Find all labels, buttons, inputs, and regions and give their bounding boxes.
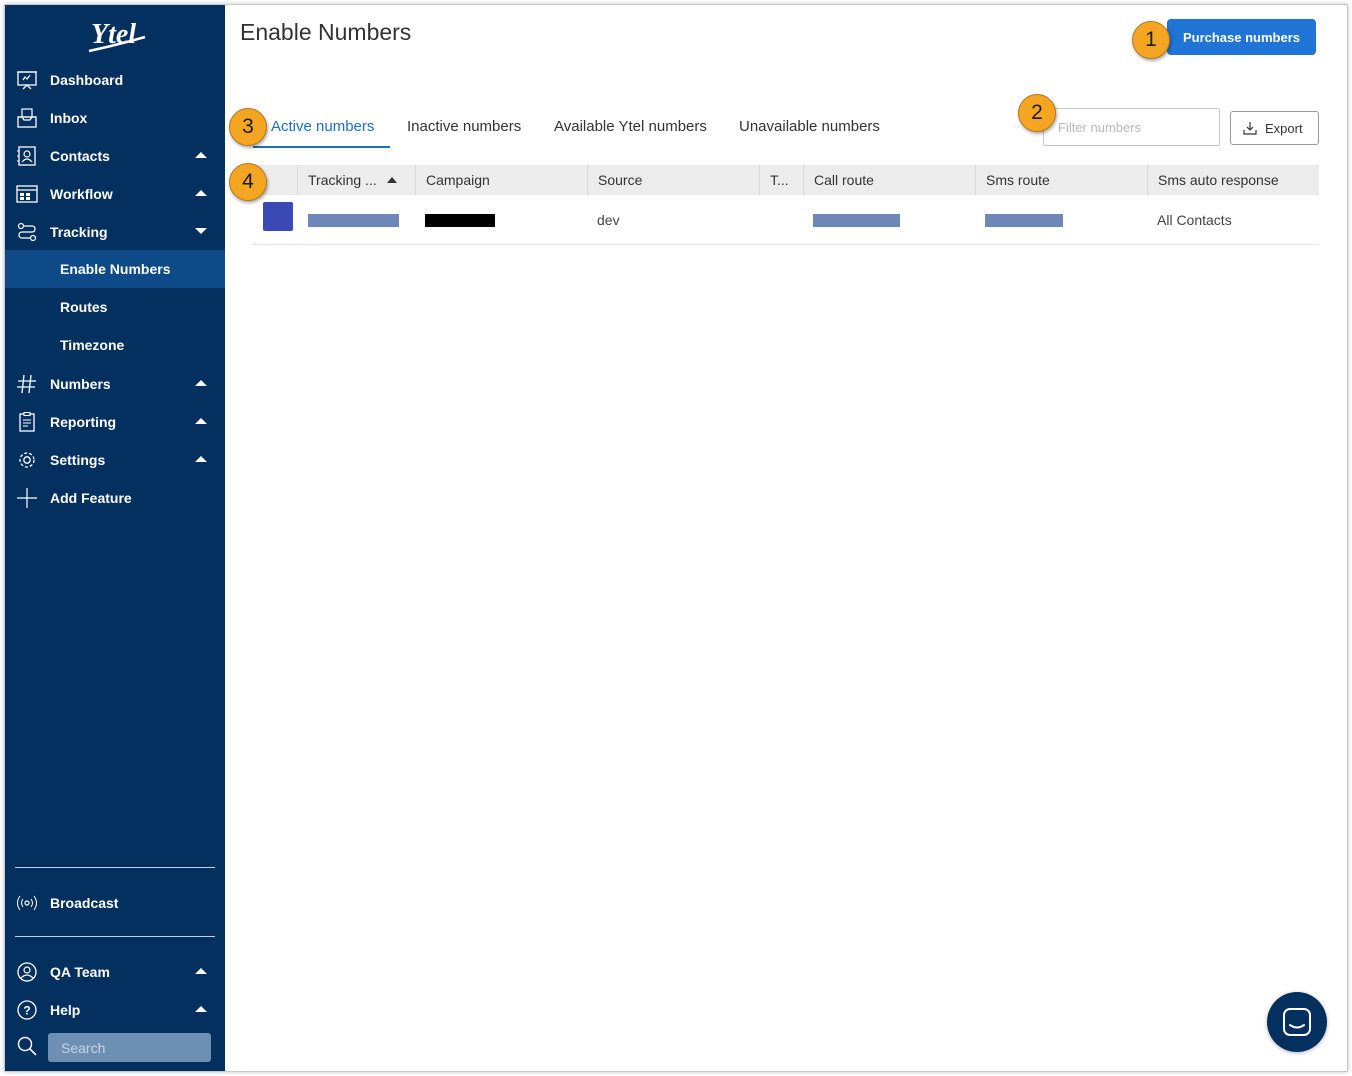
sidebar-subitem-label: Routes [60, 299, 108, 315]
callout-badge-2: 2 [1018, 94, 1056, 132]
page-title: Enable Numbers [240, 19, 412, 45]
chat-icon [1283, 1008, 1311, 1036]
sidebar-item-numbers[interactable]: Numbers [5, 365, 225, 403]
sidebar-item-label: Numbers [50, 376, 111, 392]
sidebar-item-label: Add Feature [50, 490, 132, 506]
sidebar-divider [15, 867, 215, 868]
sidebar-item-dashboard[interactable]: Dashboard [5, 61, 225, 99]
hash-icon [16, 374, 38, 394]
inbox-icon [16, 108, 38, 128]
gear-icon [16, 450, 38, 470]
column-header-sms-route[interactable]: Sms route [975, 165, 1147, 195]
column-header-campaign[interactable]: Campaign [415, 165, 587, 195]
column-header-call-route[interactable]: Call route [803, 165, 975, 195]
call-route-cell[interactable] [813, 195, 900, 245]
sidebar-search-placeholder: Search [61, 1040, 106, 1056]
sidebar: Ytel Dashboard Inbox Contacts Workflow T… [5, 5, 225, 1071]
column-header-sms-auto-response[interactable]: Sms auto response [1147, 165, 1319, 195]
redacted-value [985, 213, 1063, 227]
table-row[interactable]: dev All Contacts [253, 195, 1319, 245]
sms-auto-response-cell: All Contacts [1157, 212, 1232, 228]
plus-icon [16, 488, 38, 508]
ytel-logo[interactable]: Ytel [87, 15, 149, 55]
chevron-up-icon[interactable] [195, 190, 207, 196]
sidebar-item-label: Inbox [50, 110, 88, 126]
contacts-icon [16, 146, 38, 166]
tab-available-ytel-numbers[interactable]: Available Ytel numbers [554, 118, 707, 135]
sidebar-item-label: Settings [50, 452, 106, 468]
chevron-up-icon[interactable] [195, 456, 207, 462]
sidebar-item-label: Dashboard [50, 72, 124, 88]
sidebar-item-label: Help [50, 1002, 81, 1018]
chevron-up-icon[interactable] [195, 152, 207, 158]
tracking-icon [16, 222, 38, 242]
help-icon: ? [16, 1000, 38, 1020]
dashboard-icon [16, 70, 38, 90]
workflow-icon [16, 184, 38, 204]
sidebar-subitem-label: Enable Numbers [60, 261, 171, 277]
sidebar-item-add-feature[interactable]: Add Feature [5, 479, 225, 517]
sidebar-subitem-label: Timezone [60, 337, 125, 353]
sidebar-item-settings[interactable]: Settings [5, 441, 225, 479]
sidebar-item-tracking[interactable]: Tracking [5, 213, 225, 251]
sidebar-item-label: Workflow [50, 186, 113, 202]
sidebar-search-input[interactable]: Search [48, 1033, 211, 1062]
active-tab-indicator [253, 146, 390, 148]
sidebar-item-inbox[interactable]: Inbox [5, 99, 225, 137]
column-header-t[interactable]: T... [759, 165, 803, 195]
row-select-checkbox[interactable] [263, 202, 293, 231]
column-header-source[interactable]: Source [587, 165, 759, 195]
chevron-up-icon[interactable] [195, 380, 207, 386]
filter-numbers-input[interactable] [1043, 108, 1220, 146]
sidebar-item-team[interactable]: QA Team [5, 953, 225, 991]
purchase-numbers-button[interactable]: Purchase numbers [1167, 19, 1316, 55]
chevron-up-icon[interactable] [195, 1006, 207, 1012]
broadcast-icon [16, 893, 38, 913]
sidebar-item-label: Reporting [50, 414, 117, 430]
column-header-tracking[interactable]: Tracking ... [297, 165, 415, 195]
sidebar-item-contacts[interactable]: Contacts [5, 137, 225, 175]
sidebar-item-reporting[interactable]: Reporting [5, 403, 225, 441]
sidebar-subitem-timezone[interactable]: Timezone [5, 326, 225, 364]
clipboard-icon [16, 411, 38, 432]
sidebar-subitem-enable-numbers[interactable]: Enable Numbers [5, 250, 225, 288]
user-circle-icon [16, 962, 38, 982]
sidebar-item-label: Tracking [50, 224, 108, 240]
export-label: Export [1265, 120, 1303, 136]
export-button[interactable]: Export [1230, 111, 1319, 145]
callout-badge-1: 1 [1132, 21, 1170, 59]
sidebar-item-broadcast[interactable]: Broadcast [5, 884, 225, 922]
sidebar-subitem-routes[interactable]: Routes [5, 288, 225, 326]
chevron-down-icon[interactable] [195, 228, 207, 234]
download-icon [1243, 121, 1257, 135]
redacted-value [308, 213, 399, 227]
sidebar-item-workflow[interactable]: Workflow [5, 175, 225, 213]
sidebar-item-label: Contacts [50, 148, 110, 164]
svg-text:?: ? [23, 1004, 30, 1018]
chevron-up-icon[interactable] [195, 968, 207, 974]
callout-badge-3: 3 [229, 108, 267, 146]
search-icon[interactable] [16, 1035, 38, 1057]
tab-inactive-numbers[interactable]: Inactive numbers [407, 118, 521, 135]
tab-active-numbers[interactable]: Active numbers [271, 118, 374, 135]
chevron-up-icon[interactable] [195, 418, 207, 424]
campaign-cell [425, 195, 495, 245]
table-header: Tracking ... Campaign Source T... Call r… [253, 165, 1319, 195]
sidebar-item-label: QA Team [50, 964, 110, 980]
callout-badge-4: 4 [229, 163, 267, 201]
tracking-number-cell[interactable] [308, 195, 399, 245]
source-cell: dev [597, 212, 620, 228]
chat-launcher-button[interactable] [1267, 992, 1327, 1052]
sms-route-cell[interactable] [985, 195, 1063, 245]
redacted-value [425, 213, 495, 227]
sort-ascending-icon[interactable] [386, 177, 397, 183]
app-window: Ytel Dashboard Inbox Contacts Workflow T… [4, 4, 1348, 1072]
sidebar-divider [15, 936, 215, 937]
tab-unavailable-numbers[interactable]: Unavailable numbers [739, 118, 880, 135]
redacted-value [813, 213, 900, 227]
sidebar-item-label: Broadcast [50, 895, 119, 911]
sidebar-item-help[interactable]: ? Help [5, 991, 225, 1029]
